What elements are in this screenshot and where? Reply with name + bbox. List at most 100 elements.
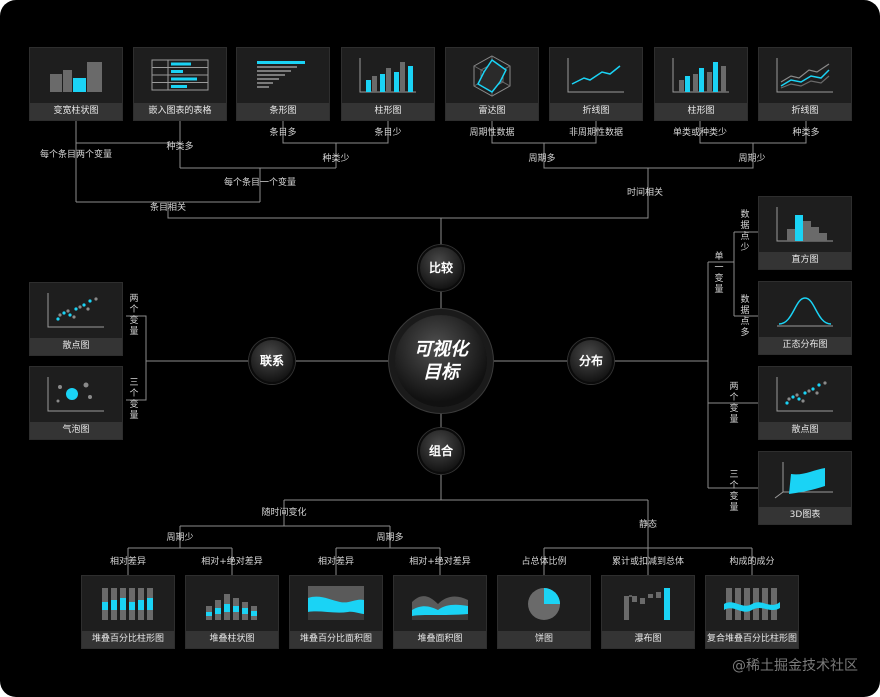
card-horizontal-bar[interactable]: 条形图 <box>236 47 330 121</box>
card-variable-width-bar[interactable]: 变宽柱状图 <box>29 47 123 121</box>
label-rel-abs-diff: 相对+绝对差异 <box>201 557 263 567</box>
label-item-related: 条目相关 <box>149 203 187 213</box>
horizontal-bar-chart-icon <box>237 48 329 103</box>
card-caption: 堆叠面积图 <box>394 631 486 648</box>
card-caption: 雷达图 <box>446 103 538 120</box>
stacked-percent-area-icon <box>290 576 382 631</box>
card-stacked-percent-column[interactable]: 堆叠百分比柱形图 <box>81 575 175 649</box>
label-non-periodic: 非周期性数据 <box>568 128 624 138</box>
label-share-of-total: 占总体比例 <box>521 557 567 567</box>
card-3d-chart[interactable]: 3D图表 <box>758 451 852 525</box>
card-caption: 条形图 <box>237 103 329 120</box>
variable-width-bar-chart-icon <box>30 48 122 103</box>
label-many-points: 数据点多 <box>740 295 750 338</box>
label-many-periods-2: 周期多 <box>376 533 404 543</box>
scatter-plot-icon <box>759 367 851 422</box>
card-caption: 正态分布图 <box>759 337 851 354</box>
label-relative-diff-2: 相对差异 <box>317 557 355 567</box>
histogram-icon <box>759 197 851 252</box>
card-caption: 堆叠柱状图 <box>186 631 278 648</box>
label-many-items: 条目多 <box>269 128 297 138</box>
label-components: 构成的成分 <box>729 557 775 567</box>
node-composition[interactable]: 组合 <box>418 428 464 474</box>
label-single-var: 单一变量 <box>714 252 724 295</box>
line-chart-icon <box>550 48 642 103</box>
card-caption: 折线图 <box>550 103 642 120</box>
3d-surface-chart-icon <box>759 452 851 507</box>
card-caption: 堆叠百分比面积图 <box>290 631 382 648</box>
card-caption: 散点图 <box>30 338 122 355</box>
card-caption: 3D图表 <box>759 507 851 524</box>
card-caption: 折线图 <box>759 103 851 120</box>
card-caption: 气泡图 <box>30 422 122 439</box>
card-column-chart[interactable]: 柱形图 <box>341 47 435 121</box>
card-combo-stacked-percent-column[interactable]: 复合堆叠百分比柱形图 <box>705 575 799 649</box>
card-caption: 嵌入图表的表格 <box>134 103 226 120</box>
card-stacked-percent-area[interactable]: 堆叠百分比面积图 <box>289 575 383 649</box>
card-bubble-chart[interactable]: 气泡图 <box>29 366 123 440</box>
center-node: 可视化 目标 <box>395 315 487 407</box>
card-caption: 变宽柱状图 <box>30 103 122 120</box>
label-rel-abs-diff-2: 相对+绝对差异 <box>409 557 471 567</box>
node-distribution[interactable]: 分布 <box>568 338 614 384</box>
center-title-line1: 可视化 <box>414 339 468 360</box>
card-caption: 瀑布图 <box>602 631 694 648</box>
scatter-plot-icon <box>30 283 122 338</box>
stacked-percent-column-icon <box>82 576 174 631</box>
card-table-with-charts[interactable]: 嵌入图表的表格 <box>133 47 227 121</box>
label-one-var-per-item: 每个条目一个变量 <box>223 178 297 188</box>
label-many-categories: 种类多 <box>166 142 194 152</box>
card-caption: 直方图 <box>759 252 851 269</box>
center-title-line2: 目标 <box>423 362 459 383</box>
card-line-chart[interactable]: 折线图 <box>549 47 643 121</box>
card-pie-chart[interactable]: 饼图 <box>497 575 591 649</box>
card-caption: 散点图 <box>759 422 851 439</box>
label-few-periods: 周期少 <box>738 154 766 164</box>
label-few-categories: 种类少 <box>322 154 350 164</box>
card-caption: 堆叠百分比柱形图 <box>82 631 174 648</box>
card-scatter-left[interactable]: 散点图 <box>29 282 123 356</box>
bubble-chart-icon <box>30 367 122 422</box>
stacked-column-icon <box>186 576 278 631</box>
label-few-periods-2: 周期少 <box>166 533 194 543</box>
card-radar-chart[interactable]: 雷达图 <box>445 47 539 121</box>
card-scatter-right[interactable]: 散点图 <box>758 366 852 440</box>
column-chart-icon <box>342 48 434 103</box>
watermark: @稀土掘金技术社区 <box>732 658 858 674</box>
label-single-or-few: 单类或种类少 <box>672 128 728 138</box>
combo-stacked-percent-column-icon <box>706 576 798 631</box>
card-caption: 复合堆叠百分比柱形图 <box>706 631 798 648</box>
label-over-time: 随时间变化 <box>261 508 307 518</box>
label-periodic: 周期性数据 <box>469 128 515 138</box>
waterfall-chart-icon <box>602 576 694 631</box>
card-caption: 饼图 <box>498 631 590 648</box>
label-three-vars-right: 三个变量 <box>729 470 739 513</box>
card-column-chart-2[interactable]: 柱形图 <box>654 47 748 121</box>
card-waterfall-chart[interactable]: 瀑布图 <box>601 575 695 649</box>
label-two-vars-right: 两个变量 <box>729 382 739 425</box>
label-few-points: 数据点少 <box>740 210 750 253</box>
card-histogram[interactable]: 直方图 <box>758 196 852 270</box>
multi-line-chart-icon <box>759 48 851 103</box>
label-two-vars-left: 两个变量 <box>129 294 139 337</box>
label-static: 静态 <box>638 520 658 530</box>
radar-chart-icon <box>446 48 538 103</box>
card-stacked-column[interactable]: 堆叠柱状图 <box>185 575 279 649</box>
label-many-periods: 周期多 <box>528 154 556 164</box>
card-stacked-area[interactable]: 堆叠面积图 <box>393 575 487 649</box>
card-normal-distribution[interactable]: 正态分布图 <box>758 281 852 355</box>
pie-chart-icon <box>498 576 590 631</box>
node-compare[interactable]: 比较 <box>418 245 464 291</box>
table-with-charts-icon <box>134 48 226 103</box>
card-multi-line-chart[interactable]: 折线图 <box>758 47 852 121</box>
normal-distribution-icon <box>759 282 851 337</box>
label-time-related: 时间相关 <box>626 188 664 198</box>
label-three-vars-left: 三个变量 <box>129 378 139 421</box>
card-caption: 柱形图 <box>655 103 747 120</box>
label-many-categories-2: 种类多 <box>792 128 820 138</box>
node-relation[interactable]: 联系 <box>249 338 295 384</box>
label-two-vars-per-item: 每个条目两个变量 <box>39 150 113 160</box>
label-few-items: 条目少 <box>374 128 402 138</box>
label-relative-diff: 相对差异 <box>109 557 147 567</box>
label-cumulative: 累计或扣减到总体 <box>611 557 685 567</box>
